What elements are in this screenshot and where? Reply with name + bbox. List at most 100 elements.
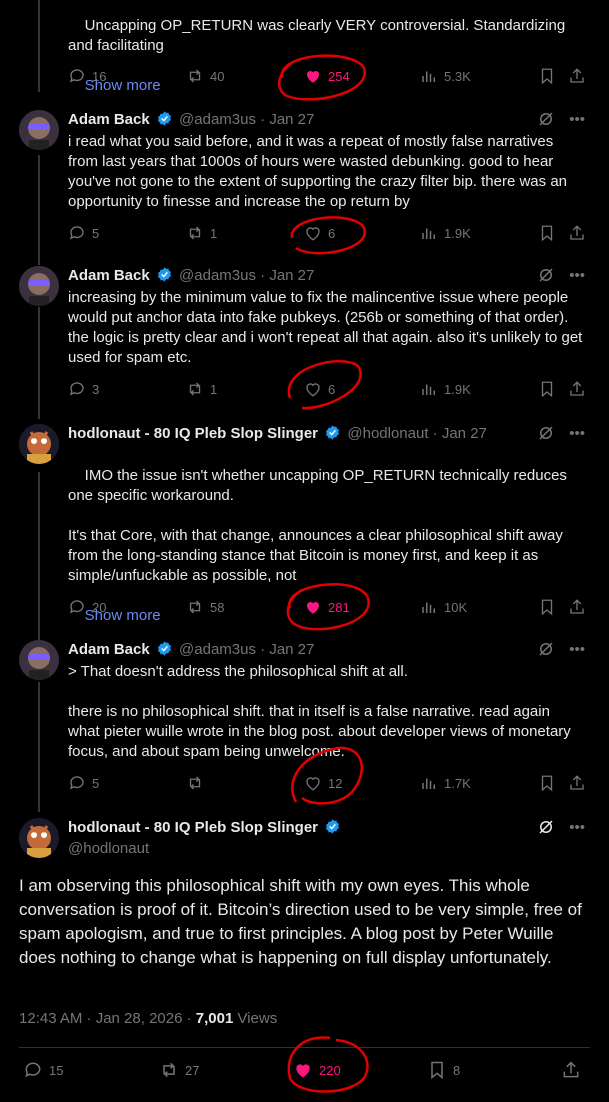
- views-icon: [422, 384, 435, 395]
- like-button[interactable]: 12: [304, 774, 342, 792]
- verified-badge-icon: [326, 425, 340, 440]
- handle[interactable]: @adam3us: [179, 267, 256, 284]
- display-name[interactable]: Adam Back: [68, 267, 150, 284]
- grok-icon[interactable]: [537, 818, 555, 836]
- repost-button[interactable]: 58: [186, 598, 224, 616]
- more-icon[interactable]: •••: [569, 425, 585, 442]
- reply-button[interactable]: 3: [68, 380, 99, 398]
- views-icon: [422, 228, 435, 239]
- bookmark-button[interactable]: [538, 598, 556, 616]
- avatar[interactable]: [19, 818, 59, 858]
- reply-button[interactable]: 5: [68, 774, 99, 792]
- grok-icon[interactable]: [537, 424, 555, 442]
- like-button[interactable]: 254: [304, 67, 350, 85]
- display-name[interactable]: hodlonaut - 80 IQ Pleb Slop Slinger: [68, 425, 318, 442]
- main-tweet-actions: 15 27 220 8: [19, 1060, 590, 1084]
- handle[interactable]: @adam3us: [179, 641, 256, 658]
- bookmark-button[interactable]: [538, 774, 556, 792]
- reply-button[interactable]: 16: [68, 67, 106, 85]
- share-button[interactable]: [568, 380, 586, 398]
- reply-button[interactable]: 5: [68, 224, 99, 242]
- like-button[interactable]: 220: [293, 1060, 341, 1080]
- reply-button[interactable]: 15: [23, 1060, 63, 1080]
- like-button[interactable]: 6: [304, 380, 335, 398]
- bookmark-icon: [541, 381, 553, 398]
- handle[interactable]: @hodlonaut: [347, 425, 428, 442]
- share-icon: [563, 1061, 579, 1078]
- timestamp[interactable]: Jan 27: [269, 111, 314, 128]
- more-icon[interactable]: •••: [569, 111, 585, 128]
- more-icon[interactable]: •••: [569, 641, 585, 658]
- handle[interactable]: @hodlonaut: [68, 840, 149, 857]
- reply-icon: [69, 226, 84, 240]
- avatar[interactable]: [19, 424, 59, 464]
- tweet-actions: 5 12 1.7K: [68, 774, 589, 796]
- tweet-card[interactable]: hodlonaut - 80 IQ Pleb Slop Slinger @hod…: [0, 424, 609, 634]
- avatar[interactable]: [19, 266, 59, 306]
- timestamp[interactable]: 12:43 AM · Jan 28, 2026 ·: [19, 1010, 196, 1027]
- share-button[interactable]: [561, 1060, 581, 1080]
- bookmark-button[interactable]: [538, 67, 556, 85]
- display-name[interactable]: hodlonaut - 80 IQ Pleb Slop Slinger: [68, 819, 318, 836]
- like-count: 220: [319, 1062, 341, 1078]
- share-button[interactable]: [568, 774, 586, 792]
- repost-count: 27: [185, 1062, 200, 1078]
- repost-button[interactable]: 1: [186, 224, 217, 242]
- tweet-actions: 5 1 6 1.9K: [68, 224, 589, 246]
- reply-button[interactable]: 20: [68, 598, 106, 616]
- tweet-card[interactable]: Adam Back @adam3us · Jan 27 ••• increasi…: [0, 266, 609, 416]
- reply-icon: [25, 1062, 41, 1078]
- more-icon[interactable]: •••: [569, 819, 585, 836]
- grok-icon[interactable]: [537, 640, 555, 658]
- heart-icon: [306, 777, 320, 791]
- more-icon[interactable]: •••: [569, 267, 585, 284]
- views-button[interactable]: 5.3K: [420, 67, 471, 85]
- reply-icon: [69, 382, 84, 396]
- divider: [19, 1047, 590, 1048]
- like-count: 12: [328, 775, 343, 791]
- share-button[interactable]: [568, 598, 586, 616]
- views-button[interactable]: 10K: [420, 598, 467, 616]
- repost-button[interactable]: [186, 774, 204, 792]
- avatar[interactable]: [19, 110, 59, 150]
- tweet-meta: 12:43 AM · Jan 28, 2026 · 7,001 Views: [19, 1010, 277, 1027]
- repost-icon: [189, 776, 201, 790]
- like-count: 6: [328, 381, 336, 397]
- timestamp[interactable]: Jan 27: [269, 267, 314, 284]
- like-count: 6: [328, 225, 336, 241]
- handle[interactable]: @adam3us: [179, 111, 256, 128]
- grok-icon[interactable]: [537, 266, 555, 284]
- timestamp[interactable]: Jan 27: [269, 641, 314, 658]
- bookmark-icon: [431, 1061, 443, 1080]
- tweet-card[interactable]: Adam Back @adam3us · Jan 27 ••• > That d…: [0, 640, 609, 810]
- bookmark-button[interactable]: [538, 380, 556, 398]
- repost-button[interactable]: 40: [186, 67, 224, 85]
- repost-button[interactable]: 27: [159, 1060, 199, 1080]
- timestamp[interactable]: Jan 27: [442, 425, 487, 442]
- separator: ·: [260, 111, 266, 128]
- views-button[interactable]: 1.9K: [420, 224, 471, 242]
- share-button[interactable]: [568, 224, 586, 242]
- heart-filled-icon: [306, 70, 320, 83]
- like-button[interactable]: 281: [304, 598, 350, 616]
- bookmark-icon: [541, 599, 553, 616]
- reply-count: 20: [92, 599, 107, 615]
- avatar[interactable]: [19, 640, 59, 680]
- grok-icon[interactable]: [537, 110, 555, 128]
- main-tweet-header: hodlonaut - 80 IQ Pleb Slop Slinger •••: [68, 818, 595, 838]
- repost-button[interactable]: 1: [186, 380, 217, 398]
- bookmark-button[interactable]: [538, 224, 556, 242]
- display-name[interactable]: Adam Back: [68, 641, 150, 658]
- display-name[interactable]: Adam Back: [68, 111, 150, 128]
- tweet-header: Adam Back @adam3us · Jan 27 •••: [68, 110, 595, 130]
- views-button[interactable]: 1.7K: [420, 774, 471, 792]
- tweet-card[interactable]: Uncapping OP_RETURN was clearly VERY con…: [0, 0, 609, 101]
- bookmark-button[interactable]: 8: [427, 1060, 460, 1080]
- tweet-card[interactable]: Adam Back @adam3us · Jan 27 ••• i read w…: [0, 110, 609, 260]
- views-button[interactable]: 1.9K: [420, 380, 471, 398]
- repost-icon: [189, 69, 201, 83]
- repost-icon: [163, 1062, 175, 1078]
- share-button[interactable]: [568, 67, 586, 85]
- like-button[interactable]: 6: [304, 224, 335, 242]
- share-icon: [570, 381, 584, 396]
